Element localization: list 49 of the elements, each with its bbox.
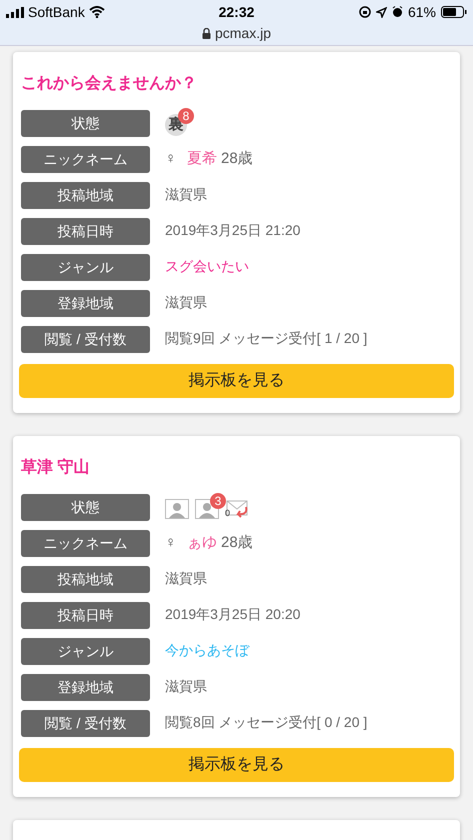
mail-reply-icon — [225, 500, 249, 518]
age: 28歳 — [221, 532, 253, 553]
rotation-lock-icon — [358, 6, 371, 18]
field-label: 投稿日時 — [21, 602, 150, 628]
field-label: 状態 — [21, 110, 150, 136]
field-label: 投稿地域 — [21, 566, 150, 592]
location-arrow-icon — [376, 6, 387, 18]
view-board-button[interactable]: 掲示板を見る — [19, 748, 454, 782]
female-symbol: ♀ — [165, 148, 178, 169]
battery-icon — [441, 6, 467, 18]
field-label: ニックネーム — [21, 530, 150, 556]
count-badge: 3 — [210, 493, 226, 509]
view-board-button[interactable]: 掲示板を見る — [19, 364, 454, 398]
profile-photo-icon — [165, 499, 189, 519]
lock-icon — [202, 28, 211, 38]
page-url: pcmax.jp — [214, 24, 272, 43]
clock: 22:32 — [218, 2, 256, 22]
genre-link[interactable]: スグ会いたい — [165, 258, 249, 274]
field-label: 閲覧 / 受付数 — [21, 326, 150, 352]
field-label: 登録地域 — [21, 674, 150, 700]
field-label: 投稿日時 — [21, 218, 150, 244]
age: 28歳 — [221, 148, 253, 169]
field-label: ジャンル — [21, 254, 150, 280]
field-label: 状態 — [21, 494, 150, 520]
nickname[interactable]: 夏希 — [187, 148, 217, 170]
field-value: 閲覧8回 メッセージ受付[ 0 / 20 ] — [165, 714, 368, 730]
mail-count: 0 — [225, 506, 230, 520]
carrier: SoftBank — [28, 2, 85, 22]
post-title: 草津 守山 — [20, 457, 90, 478]
field-value: 滋賀県 — [165, 294, 207, 310]
nickname[interactable]: ぁゆ — [187, 532, 217, 554]
field-value: 2019年3月25日 21:20 — [165, 222, 300, 238]
genre-link[interactable]: 今からあそぼ — [165, 642, 249, 658]
field-value: 滋賀県 — [165, 570, 207, 586]
field-value: 滋賀県 — [165, 186, 207, 202]
signal-icon — [6, 6, 24, 18]
wifi-icon — [88, 6, 105, 18]
female-symbol: ♀ — [165, 532, 178, 553]
field-label: 登録地域 — [21, 290, 150, 316]
field-value: 2019年3月25日 20:20 — [165, 606, 300, 622]
field-value: 閲覧9回 メッセージ受付[ 1 / 20 ] — [165, 330, 368, 346]
post-title: これから会えませんか？ — [20, 74, 198, 94]
field-value: 滋賀県 — [165, 678, 207, 694]
field-label: 投稿地域 — [21, 182, 150, 208]
field-label: ニックネーム — [21, 146, 150, 172]
alarm-clock-icon — [392, 6, 403, 18]
field-label: 閲覧 / 受付数 — [21, 710, 150, 736]
field-label: ジャンル — [21, 638, 150, 664]
battery-percent: 61% — [408, 2, 436, 22]
